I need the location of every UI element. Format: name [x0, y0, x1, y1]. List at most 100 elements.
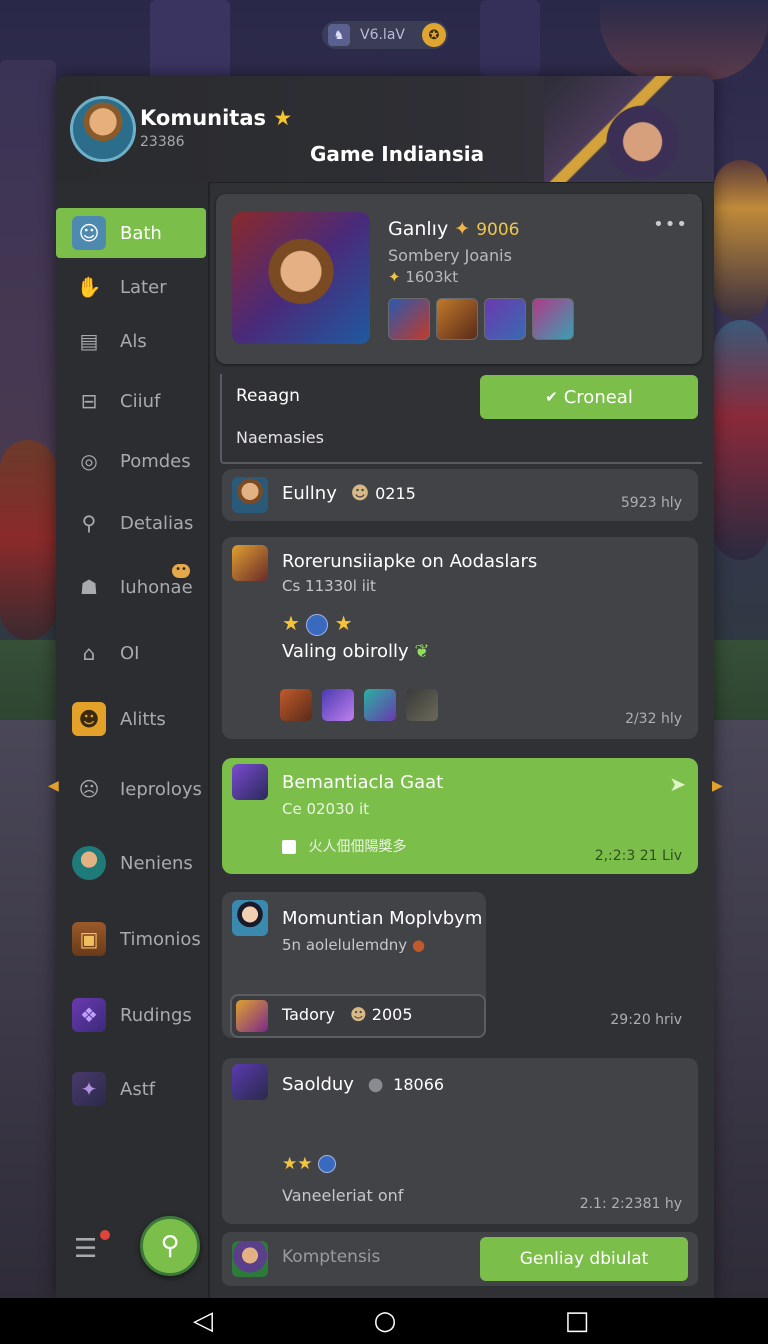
message-title: Rorerunsiiapke on Aodaslars	[282, 551, 538, 572]
chat-message[interactable]: Momuntian Moplvbym 5n aolelulemdny ● Tad…	[222, 892, 698, 1038]
message-header: Eullny ☻ 0215	[282, 483, 416, 504]
scroll-left-arrow-icon[interactable]: ◀	[48, 778, 59, 794]
name-label: Naemasies	[236, 428, 324, 447]
scroll-right-arrow-icon[interactable]: ▶	[712, 778, 723, 794]
item-thumbnail[interactable]	[280, 689, 312, 721]
sidebar-item-neniens[interactable]: ☺ Neniens	[56, 838, 206, 888]
coin-icon: ☻	[350, 483, 370, 504]
generate-button[interactable]: Genliay dbiulat	[480, 1237, 688, 1281]
sidebar-item-bath[interactable]: ☺ Bath	[56, 208, 206, 258]
sidebar-item-iuhonae[interactable]: ☗ Iuhonae ••	[56, 562, 206, 612]
ticket-icon: ⊟	[80, 389, 98, 413]
message-text-row: 火人佃佃陽獎多	[282, 836, 406, 856]
search-fab-button[interactable]: ⚲	[140, 1216, 200, 1276]
item-thumbnail[interactable]	[322, 689, 355, 721]
sidebar-item-label: OI	[120, 642, 140, 664]
more-options-icon[interactable]: •••	[653, 214, 688, 235]
message-author: Eullny	[282, 483, 337, 504]
sidebar-item-label: Rudings	[120, 1004, 192, 1026]
sidebar-item-label: Als	[120, 330, 147, 352]
user-avatar[interactable]	[232, 1064, 268, 1100]
sidebar-item-label: Ieproloys	[120, 778, 202, 800]
community-avatar[interactable]	[70, 96, 136, 162]
dice-icon	[282, 840, 296, 854]
send-icon[interactable]: ➤	[669, 772, 686, 796]
embedded-card[interactable]: Tadory ☻ 2005	[230, 994, 486, 1038]
treasure-chest-icon: ▣	[72, 922, 106, 956]
sidebar-item-ieproloys[interactable]: ☹ Ieproloys	[56, 764, 206, 814]
region-label: Reaagn	[236, 386, 300, 406]
sidebar-item-alitts[interactable]: ☻ Alitts	[56, 694, 206, 744]
sidebar-item-pomdes[interactable]: ◎ Pomdes	[56, 436, 206, 486]
neutral-face-icon: ●	[367, 1074, 384, 1095]
profile-points-row: ✦ 1603kt	[388, 268, 458, 286]
back-button[interactable]: ◁	[188, 1306, 218, 1336]
message-header: Saolduy ● 18066	[282, 1074, 444, 1095]
notification-badge: ••	[172, 564, 190, 578]
chat-message[interactable]: Rorerunsiiapke on Aodaslars Cs 11330l ii…	[222, 537, 698, 739]
profile-subtitle: Sombery Joanis	[388, 246, 512, 265]
sidebar-item-label: Later	[120, 276, 167, 298]
composer-bar: Komptensis Genliay dbiulat	[222, 1232, 698, 1286]
location-pin-icon: ⚲	[81, 511, 97, 535]
user-avatar[interactable]	[232, 900, 268, 936]
sidebar-item-label: Neniens	[120, 852, 193, 874]
dragon-icon: ❖	[72, 998, 106, 1032]
sidebar-item-astf[interactable]: ✦ Astf	[56, 1064, 206, 1114]
community-name-row: Komunitas ★	[140, 106, 292, 130]
sidebar-item-ciiuf[interactable]: ⊟ Ciiuf	[56, 376, 206, 426]
item-thumbnail[interactable]	[406, 689, 439, 721]
version-pill[interactable]: ♞ V6.laV ✪	[322, 21, 448, 49]
star-icon: ★	[334, 611, 353, 635]
message-input[interactable]: Komptensis	[282, 1247, 380, 1267]
game-thumbnail[interactable]	[388, 298, 430, 340]
profile-name-row: Ganlıy ✦ 9006	[388, 218, 520, 240]
left-building	[0, 60, 56, 480]
connect-button[interactable]: ✔ Croneal	[480, 375, 698, 419]
item-thumbnail[interactable]	[364, 689, 397, 721]
profile-card[interactable]: Ganlıy ✦ 9006 Sombery Joanis ✦ 1603kt ••…	[216, 194, 702, 364]
hero-avatar-icon: ☺	[72, 846, 106, 880]
sidebar-item-rudings[interactable]: ❖ Rudings	[56, 990, 206, 1040]
user-avatar[interactable]	[232, 764, 268, 800]
document-icon: ▤	[79, 329, 99, 353]
game-thumbnail[interactable]	[436, 298, 478, 340]
user-avatar[interactable]	[232, 1241, 268, 1277]
sidebar-item-als[interactable]: ▤ Als	[56, 316, 206, 366]
sidebar-item-label: Detalias	[120, 512, 194, 534]
message-text: 火人佃佃陽獎多	[308, 839, 407, 855]
embedded-card-text: Tadory ☻ 2005	[282, 1005, 413, 1024]
sidebar-item-label: Pomdes	[120, 450, 191, 472]
recent-apps-button[interactable]: □	[562, 1306, 592, 1336]
sidebar: ☺ Bath ✋ Later ▤ Als ⊟ Ciiuf ◎ Pomdes ⚲ …	[56, 182, 210, 1298]
sidebar-item-oi[interactable]: ⌂ OI	[56, 628, 206, 678]
item-thumbnail	[236, 1000, 268, 1032]
sidebar-item-label: Iuhonae	[120, 576, 193, 598]
reaction-row: ★ ★	[282, 611, 353, 636]
sidebar-item-timonios[interactable]: ▣ Timonios	[56, 914, 206, 964]
mask-icon: ☻	[72, 702, 106, 736]
message-text: Vaneeleriat onf	[282, 1186, 404, 1205]
user-avatar[interactable]	[232, 477, 268, 513]
message-time: 2.1: 2:2381 hy	[579, 1196, 682, 1212]
chat-message[interactable]: Eullny ☻ 0215 5923 hly	[222, 469, 698, 521]
app-header: Komunitas ★ 23386 Game Indiansia	[56, 76, 714, 183]
game-thumbnail[interactable]	[532, 298, 574, 340]
sidebar-item-detalias[interactable]: ⚲ Detalias	[56, 498, 206, 548]
shield-icon	[317, 1155, 336, 1173]
user-avatar[interactable]	[232, 545, 268, 581]
message-badge-value: 0215	[375, 484, 416, 503]
message-subtitle: Cs 11330l iit	[282, 577, 376, 595]
chat-message-highlighted[interactable]: Bemantiacla Gaat Ce 02030 it ➤ 火人佃佃陽獎多 2…	[222, 758, 698, 874]
game-thumbnail[interactable]	[484, 298, 526, 340]
message-time: 2,:2:3 21 Liv	[594, 848, 682, 864]
star-icon: ★	[282, 1154, 298, 1174]
chat-message[interactable]: Saolduy ● 18066 ★★ Vaneeleriat onf 2.1: …	[222, 1058, 698, 1224]
embedded-card-value: 2005	[371, 1005, 413, 1024]
coin-icon[interactable]: ✪	[422, 23, 446, 47]
home-button[interactable]: ○	[370, 1306, 400, 1336]
game-thumbnails	[388, 298, 574, 340]
sidebar-item-later[interactable]: ✋ Later	[56, 262, 206, 312]
profile-portrait	[232, 212, 370, 344]
gamepad-icon: ☹	[78, 777, 100, 801]
